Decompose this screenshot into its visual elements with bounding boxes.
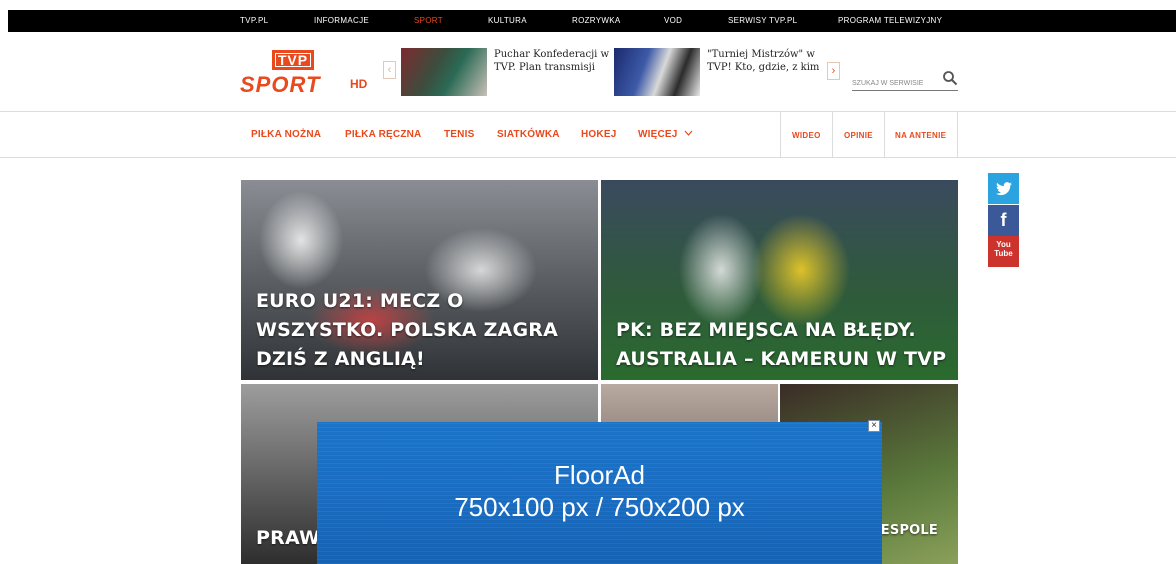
topnav-kultura[interactable]: KULTURA bbox=[488, 10, 527, 32]
close-icon: × bbox=[871, 420, 877, 431]
nav-pilka-nozna[interactable]: PIŁKA NOŻNA bbox=[251, 129, 321, 140]
news-tile-title: EURO U21: MECZ O WSZYSTKO. POLSKA ZAGRA … bbox=[256, 290, 558, 370]
logo-hd-text: HD bbox=[350, 77, 368, 91]
floor-ad-size: 750x100 px / 750x200 px bbox=[454, 492, 745, 522]
floor-ad-title: FloorAd bbox=[553, 460, 646, 490]
promo-thumbnail-2[interactable] bbox=[614, 48, 700, 96]
promo-link-2[interactable]: "Turniej Mistrzów" w TVP! Kto, gdzie, z … bbox=[707, 48, 825, 74]
topnav-sport[interactable]: SPORT bbox=[414, 10, 443, 32]
nav-divider-top bbox=[0, 111, 1176, 112]
nav-separator bbox=[832, 112, 833, 157]
youtube-icon-bottom: Tube bbox=[994, 249, 1013, 258]
nav-hokej[interactable]: HOKEJ bbox=[581, 129, 616, 140]
nav-tenis[interactable]: TENIS bbox=[444, 129, 474, 140]
topnav-rozrywka[interactable]: ROZRYWKA bbox=[572, 10, 620, 32]
promo-thumbnail-1[interactable] bbox=[401, 48, 487, 96]
nav-na-antenie[interactable]: NA ANTENIE bbox=[895, 131, 946, 140]
topnav-program[interactable]: PROGRAM TELEWIZYJNY bbox=[838, 10, 942, 32]
carousel-prev-button[interactable]: ‹ bbox=[383, 61, 396, 79]
tvp-sport-logo[interactable]: TVP SPORT HD bbox=[240, 48, 370, 97]
nav-separator bbox=[957, 112, 958, 157]
nav-separator bbox=[780, 112, 781, 157]
youtube-icon-top: You bbox=[996, 240, 1011, 249]
twitter-icon bbox=[995, 182, 1012, 196]
chevron-down-icon bbox=[684, 130, 692, 136]
nav-pilka-reczna[interactable]: PIŁKA RĘCZNA bbox=[345, 129, 421, 140]
logo-tvp-box: TVP bbox=[272, 50, 314, 70]
search-input[interactable] bbox=[852, 75, 936, 92]
topnav-tvp[interactable]: TVP.PL bbox=[240, 10, 268, 32]
facebook-button[interactable]: f bbox=[988, 205, 1019, 236]
nav-separator bbox=[884, 112, 885, 157]
topnav-informacje[interactable]: INFORMACJE bbox=[314, 10, 369, 32]
floor-ad[interactable]: FloorAd 750x100 px / 750x200 px bbox=[317, 422, 882, 564]
twitter-button[interactable] bbox=[988, 173, 1019, 204]
nav-wiecej-label: WIĘCEJ bbox=[638, 129, 678, 140]
facebook-icon: f bbox=[1000, 210, 1007, 230]
topnav-vod[interactable]: VOD bbox=[664, 10, 682, 32]
topnav-serwisy[interactable]: SERWISY TVP.PL bbox=[728, 10, 797, 32]
nav-wideo[interactable]: WIDEO bbox=[792, 131, 821, 140]
news-tile-title: PK: BEZ MIEJSCA NA BŁĘDY. AUSTRALIA – KA… bbox=[616, 319, 947, 370]
search-icon[interactable] bbox=[942, 70, 958, 86]
logo-sport-text: SPORT bbox=[240, 72, 321, 97]
nav-divider-bottom bbox=[0, 157, 1176, 158]
carousel-next-button[interactable]: › bbox=[827, 62, 840, 80]
promo-link-1[interactable]: Puchar Konfederacji w TVP. Plan transmis… bbox=[494, 48, 612, 74]
top-nav-bar: TVP.PL INFORMACJE SPORT KULTURA ROZRYWKA… bbox=[8, 10, 1176, 32]
nav-wiecej[interactable]: WIĘCEJ bbox=[638, 129, 693, 140]
nav-opinie[interactable]: OPINIE bbox=[844, 131, 873, 140]
news-tile-1[interactable]: EURO U21: MECZ O WSZYSTKO. POLSKA ZAGRA … bbox=[241, 180, 598, 380]
ad-close-button[interactable]: × bbox=[868, 420, 880, 432]
youtube-button[interactable]: You Tube bbox=[988, 236, 1019, 267]
search-box bbox=[852, 70, 958, 92]
news-tile-2[interactable]: PK: BEZ MIEJSCA NA BŁĘDY. AUSTRALIA – KA… bbox=[601, 180, 958, 380]
nav-siatkowka[interactable]: SIATKÓWKA bbox=[497, 129, 560, 140]
